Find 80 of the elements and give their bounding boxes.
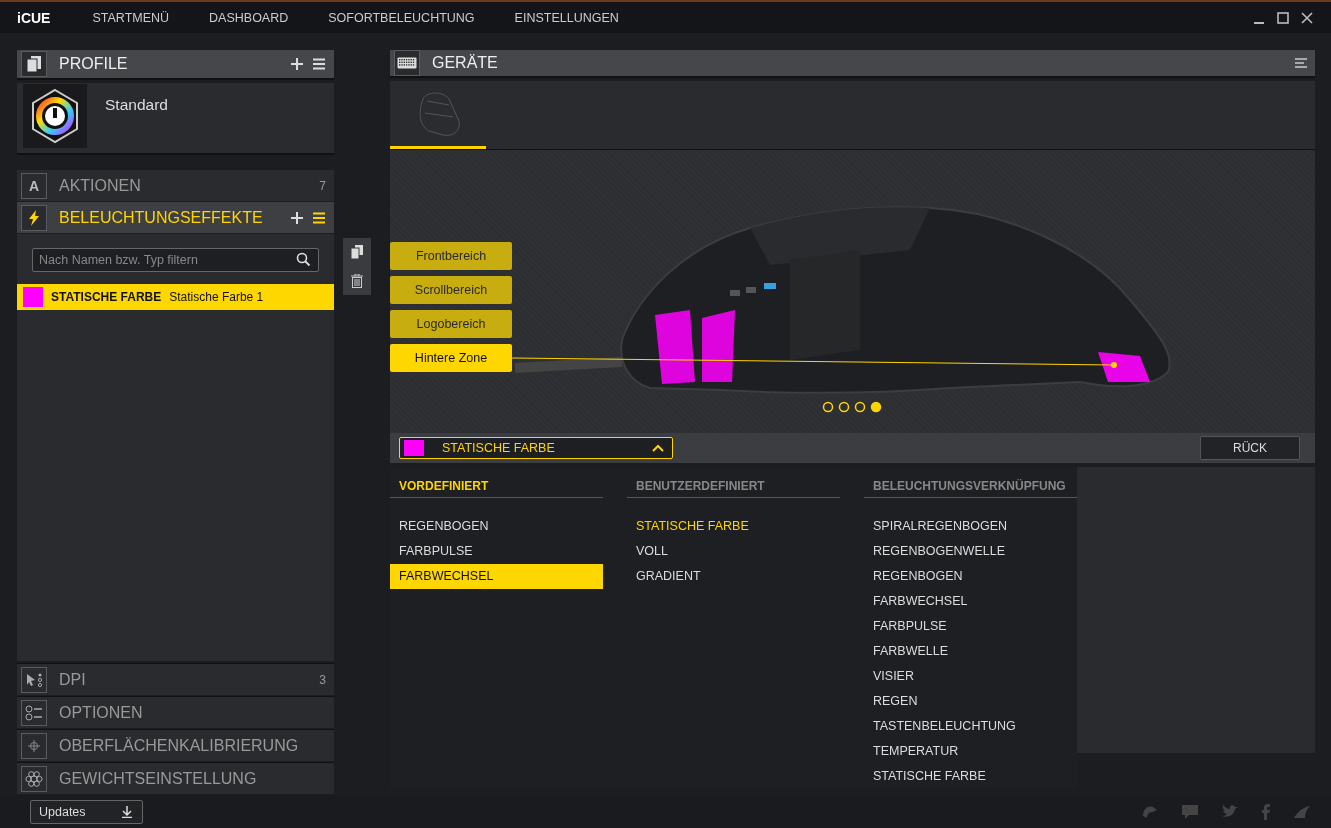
section-header[interactable]: OPTIONEN [17,697,334,728]
page-dot[interactable] [870,401,882,413]
effect-option[interactable]: FARBWECHSEL [864,589,1077,614]
zone-button[interactable]: Frontbereich [390,242,512,271]
section-header[interactable]: A AKTIONEN 7 [17,170,334,201]
effect-option[interactable]: FARBPULSE [864,614,1077,639]
page-dot[interactable] [854,401,866,413]
effect-option[interactable]: FARBWELLE [864,639,1077,664]
section-title: OPTIONEN [59,703,144,722]
nav-link[interactable]: SOFORTBELEUCHTUNG [328,10,475,25]
effect-option[interactable]: GRADIENT [627,564,840,589]
zone-button[interactable]: Scrollbereich [390,276,512,305]
profile-card[interactable]: Standard [17,83,334,155]
updates-button[interactable]: Updates [30,799,143,824]
profile-name: Standard [105,96,168,114]
add-icon[interactable] [290,210,304,225]
nav-link[interactable]: EINSTELLUNGEN [514,10,619,25]
effect-option[interactable]: TASTENBELEUCHTUNG [864,714,1077,739]
download-icon [122,805,132,818]
menu-icon[interactable] [312,58,326,70]
trash-icon[interactable] [351,273,363,288]
profiles-icon [21,51,47,77]
nav-link[interactable]: STARTMENÜ [92,10,170,25]
effect-option[interactable]: REGENBOGEN [864,564,1077,589]
item-count: 7 [319,178,326,193]
page-dot[interactable] [838,401,850,413]
effect-name: Statische Farbe 1 [169,290,264,304]
zone-button[interactable]: Hintere Zone [390,344,512,373]
category-heading: BENUTZERDEFINIERT [627,479,840,498]
section-header[interactable]: GEWICHTSEINSTELLUNG [17,763,334,794]
close-icon[interactable] [1301,11,1313,24]
category-heading: VORDEFINIERT [390,479,603,498]
effect-option[interactable]: SPIRALREGENBOGEN [864,514,1077,539]
panel-title: GERÄTE [432,54,499,73]
add-icon[interactable] [290,57,304,71]
chevron-icon [652,443,664,452]
crosshair-icon [21,732,47,759]
effect-option[interactable]: FARBWECHSEL [390,564,603,589]
letter-icon: A [21,172,47,199]
effect-option[interactable]: REGENBOGEN [390,514,603,539]
item-count: 3 [319,672,326,687]
page-dot[interactable] [822,401,834,413]
section-title: OBERFLÄCHENKALIBRIERUNG [59,736,300,755]
section-title: GEWICHTSEINSTELLUNG [59,769,258,788]
pointer-icon [21,666,47,693]
search-field[interactable]: Nach Namen bzw. Typ filtern [32,248,319,272]
effect-option[interactable]: REGEN [864,689,1077,714]
section-header[interactable]: OBERFLÄCHENKALIBRIERUNG [17,730,334,761]
zone-button[interactable]: Logobereich [390,310,512,339]
effect-option[interactable]: VISIER [864,664,1077,689]
section-title: DPI [59,670,87,689]
effect-option[interactable]: FARBPULSE [390,539,603,564]
maximize-icon[interactable] [1277,11,1289,24]
app-logo: iCUE [17,9,51,26]
effect-option[interactable]: STATISCHE FARBE [627,514,840,539]
section-header[interactable]: BELEUCHTUNGSEFFEKTE [17,202,334,233]
copy-icon[interactable] [351,245,363,260]
effect-item[interactable]: STATISCHE FARBE Statische Farbe 1 [17,284,334,310]
category-heading: BELEUCHTUNGSVERKNÜPFUNG [864,479,1077,498]
keyboard-icon [394,50,420,77]
menu-icon[interactable] [1295,58,1307,69]
search-icon[interactable] [296,252,311,267]
effect-option[interactable]: VOLL [627,539,840,564]
weights-icon [21,765,47,792]
section-title: AKTIONEN [59,176,142,195]
lightning-icon [21,204,47,231]
effect-option[interactable]: STATISCHE FARBE [864,764,1077,789]
effect-dropdown[interactable]: STATISCHE FARBE [399,436,673,459]
back-button[interactable]: RÜCK [1200,435,1300,460]
panel-title: PROFILE [59,55,129,73]
profile-logo [23,84,87,148]
menu-icon[interactable] [312,211,326,224]
section-title: BELEUCHTUNGSEFFEKTE [59,208,264,227]
options-icon [21,699,47,726]
nav-link[interactable]: DASHBOARD [209,10,289,25]
effect-option[interactable]: REGENBOGENWELLE [864,539,1077,564]
section-header[interactable]: DPI 3 [17,664,334,695]
effect-option[interactable]: TEMPERATUR [864,739,1077,764]
effect-type: STATISCHE FARBE [51,290,162,304]
dropdown-label: STATISCHE FARBE [442,440,556,455]
